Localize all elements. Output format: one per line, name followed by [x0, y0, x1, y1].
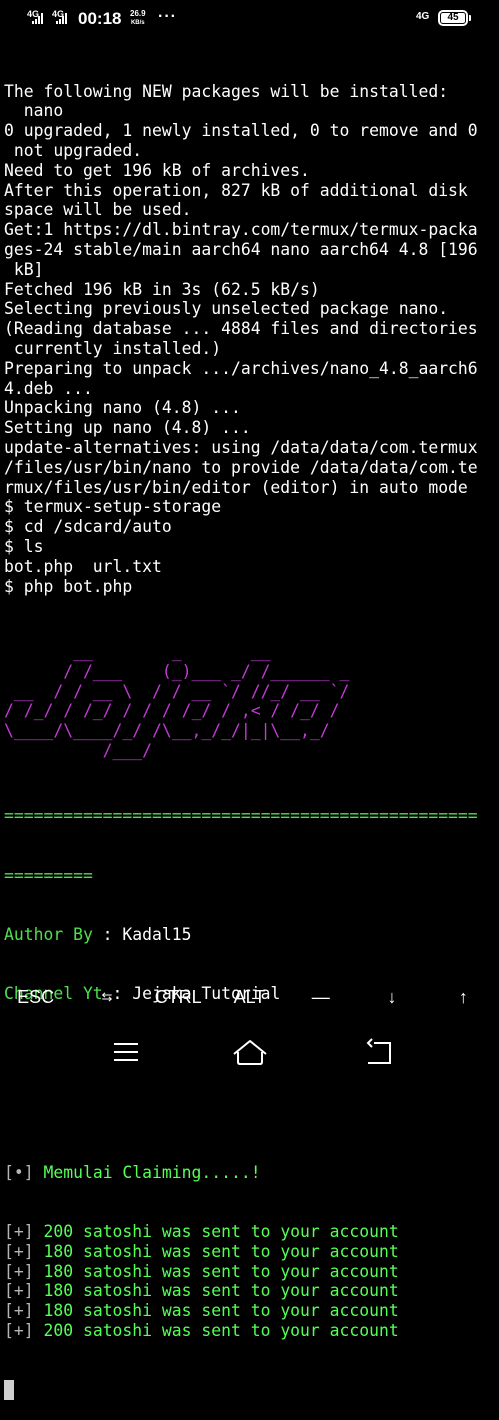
speed-value: 26.9 [130, 9, 146, 18]
battery-tip [469, 15, 471, 21]
battery-level: 45 [441, 13, 465, 23]
terminal-line: rmux/files/usr/bin/editor (editor) in au… [4, 477, 468, 497]
result-marker: [+] [4, 1261, 34, 1281]
author-line: Author By : Kadal15 [4, 925, 496, 945]
terminal-line: $ php bot.php [4, 576, 133, 596]
battery-icon: 45 [438, 10, 468, 26]
down-arrow-key[interactable]: ↓ [356, 976, 427, 1018]
result-text: 180 satoshi was sent to your account [43, 1241, 399, 1261]
claim-line: [•] Memulai Claiming.....! [4, 1163, 496, 1183]
dash-key[interactable]: — [285, 976, 356, 1018]
terminal-line: $ termux-setup-storage [4, 497, 222, 517]
result-marker: [+] [4, 1301, 34, 1321]
command-log: The following NEW packages will be insta… [4, 82, 496, 597]
clock: 00:18 [78, 9, 122, 28]
terminal-line: bot.php url.txt [4, 556, 162, 576]
terminal-line: /files/usr/bin/nano to provide /data/dat… [4, 457, 478, 477]
separator-line: ========================================… [4, 806, 478, 826]
author-label: Author By [4, 925, 93, 945]
ascii-art-line: __ _ __ [4, 641, 271, 661]
signal-icon-1 [32, 13, 43, 24]
more-notifications-icon: ··· [158, 8, 177, 25]
speed-unit: KB/s [130, 20, 145, 26]
result-text: 200 satoshi was sent to your account [43, 1321, 399, 1340]
ctrl-key[interactable]: CTRL [143, 976, 214, 1018]
terminal-line: (Reading database ... 4884 files and dir… [4, 319, 478, 339]
ascii-art-line: \____/\____/_/ /\__,_/_/|_|\__,_/ [4, 721, 330, 741]
terminal-line: Preparing to unpack .../archives/nano_4.… [4, 358, 478, 378]
network-speed: 26.9 KB/s [130, 10, 146, 27]
terminal-line: space will be used. [4, 200, 192, 220]
terminal-line: ges-24 stable/main aarch64 nano aarch64 … [4, 239, 478, 259]
terminal-line: update-alternatives: using /data/data/co… [4, 437, 478, 457]
status-bar: 4G 4G 00:18 26.9 KB/s ··· 4G 45 [0, 0, 499, 38]
back-icon [366, 1038, 391, 1064]
terminal-line: 0 upgraded, 1 newly installed, 0 to remo… [4, 121, 478, 141]
menu-button[interactable] [96, 1036, 156, 1068]
extra-keys-row: ESC ⇆ CTRL ALT — ↓ ↑ [0, 976, 499, 1018]
terminal-line: nano [4, 101, 64, 121]
result-line: [+] 180 satoshi was sent to your account [4, 1281, 496, 1301]
terminal-line: currently installed.) [4, 338, 222, 358]
tab-key[interactable]: ⇆ [71, 976, 142, 1018]
separator-tail: ========= [4, 865, 93, 885]
author-value: Kadal15 [122, 925, 192, 945]
result-line: [+] 180 satoshi was sent to your account [4, 1262, 496, 1282]
terminal-line: 4.deb ... [4, 378, 93, 398]
home-icon [233, 1040, 267, 1065]
result-marker: [+] [4, 1321, 34, 1340]
terminal-line: not upgraded. [4, 140, 143, 160]
ascii-art-line: /___/ [4, 740, 153, 760]
result-text: 180 satoshi was sent to your account [43, 1301, 399, 1321]
up-arrow-key[interactable]: ↑ [428, 976, 499, 1018]
ascii-art-line: / /___ (_)___ _/ /______ _ [4, 661, 350, 681]
terminal-line: Unpacking nano (4.8) ... [4, 398, 241, 418]
result-list: [+] 200 satoshi was sent to your account… [4, 1222, 496, 1341]
terminal-line: $ cd /sdcard/auto [4, 517, 172, 537]
terminal-line: After this operation, 827 kB of addition… [4, 180, 468, 200]
terminal-line: Get:1 https://dl.bintray.com/termux/term… [4, 220, 478, 240]
alt-key[interactable]: ALT [214, 976, 285, 1018]
ascii-art-line: __ / / __ \ / / __ `/ //_/ __ `/ [4, 681, 350, 701]
terminal-output[interactable]: The following NEW packages will be insta… [4, 42, 496, 1420]
terminal-line: kB] [4, 259, 44, 279]
result-line: [+] 200 satoshi was sent to your account [4, 1222, 496, 1242]
terminal-line: $ ls [4, 536, 44, 556]
back-button[interactable] [350, 1036, 410, 1068]
terminal-cursor [4, 1380, 14, 1401]
navigation-bar [0, 1026, 499, 1080]
terminal-line: Selecting previously unselected package … [4, 299, 449, 319]
result-line: [+] 180 satoshi was sent to your account [4, 1242, 496, 1262]
claim-marker: [•] [4, 1162, 34, 1182]
result-text: 180 satoshi was sent to your account [43, 1281, 399, 1301]
home-button[interactable] [220, 1036, 280, 1068]
terminal-line: Setting up nano (4.8) ... [4, 418, 251, 438]
ascii-logo: __ _ __ / /___ (_)___ _/ /______ _ __ / … [4, 642, 496, 761]
result-marker: [+] [4, 1222, 34, 1242]
ascii-art-line: / /_/ / /_/ / / / /_/ / ,< / /_/ / [4, 701, 340, 721]
signal-icon-2 [56, 13, 67, 24]
result-text: 180 satoshi was sent to your account [43, 1261, 399, 1281]
network-type-right: 4G [416, 11, 430, 22]
claim-text: Memulai Claiming.....! [43, 1162, 261, 1182]
result-marker: [+] [4, 1241, 34, 1261]
result-line: [+] 180 satoshi was sent to your account [4, 1301, 496, 1321]
author-sep: : [92, 925, 123, 945]
terminal-line: Fetched 196 kB in 3s (62.5 kB/s) [4, 279, 320, 299]
result-text: 200 satoshi was sent to your account [43, 1222, 399, 1242]
esc-key[interactable]: ESC [0, 976, 71, 1018]
result-marker: [+] [4, 1281, 34, 1301]
menu-icon [114, 1043, 138, 1061]
terminal-line: Need to get 196 kB of archives. [4, 160, 310, 180]
result-line: [+] 200 satoshi was sent to your account [4, 1321, 496, 1341]
cursor-line [4, 1380, 496, 1401]
terminal-line: The following NEW packages will be insta… [4, 81, 449, 101]
